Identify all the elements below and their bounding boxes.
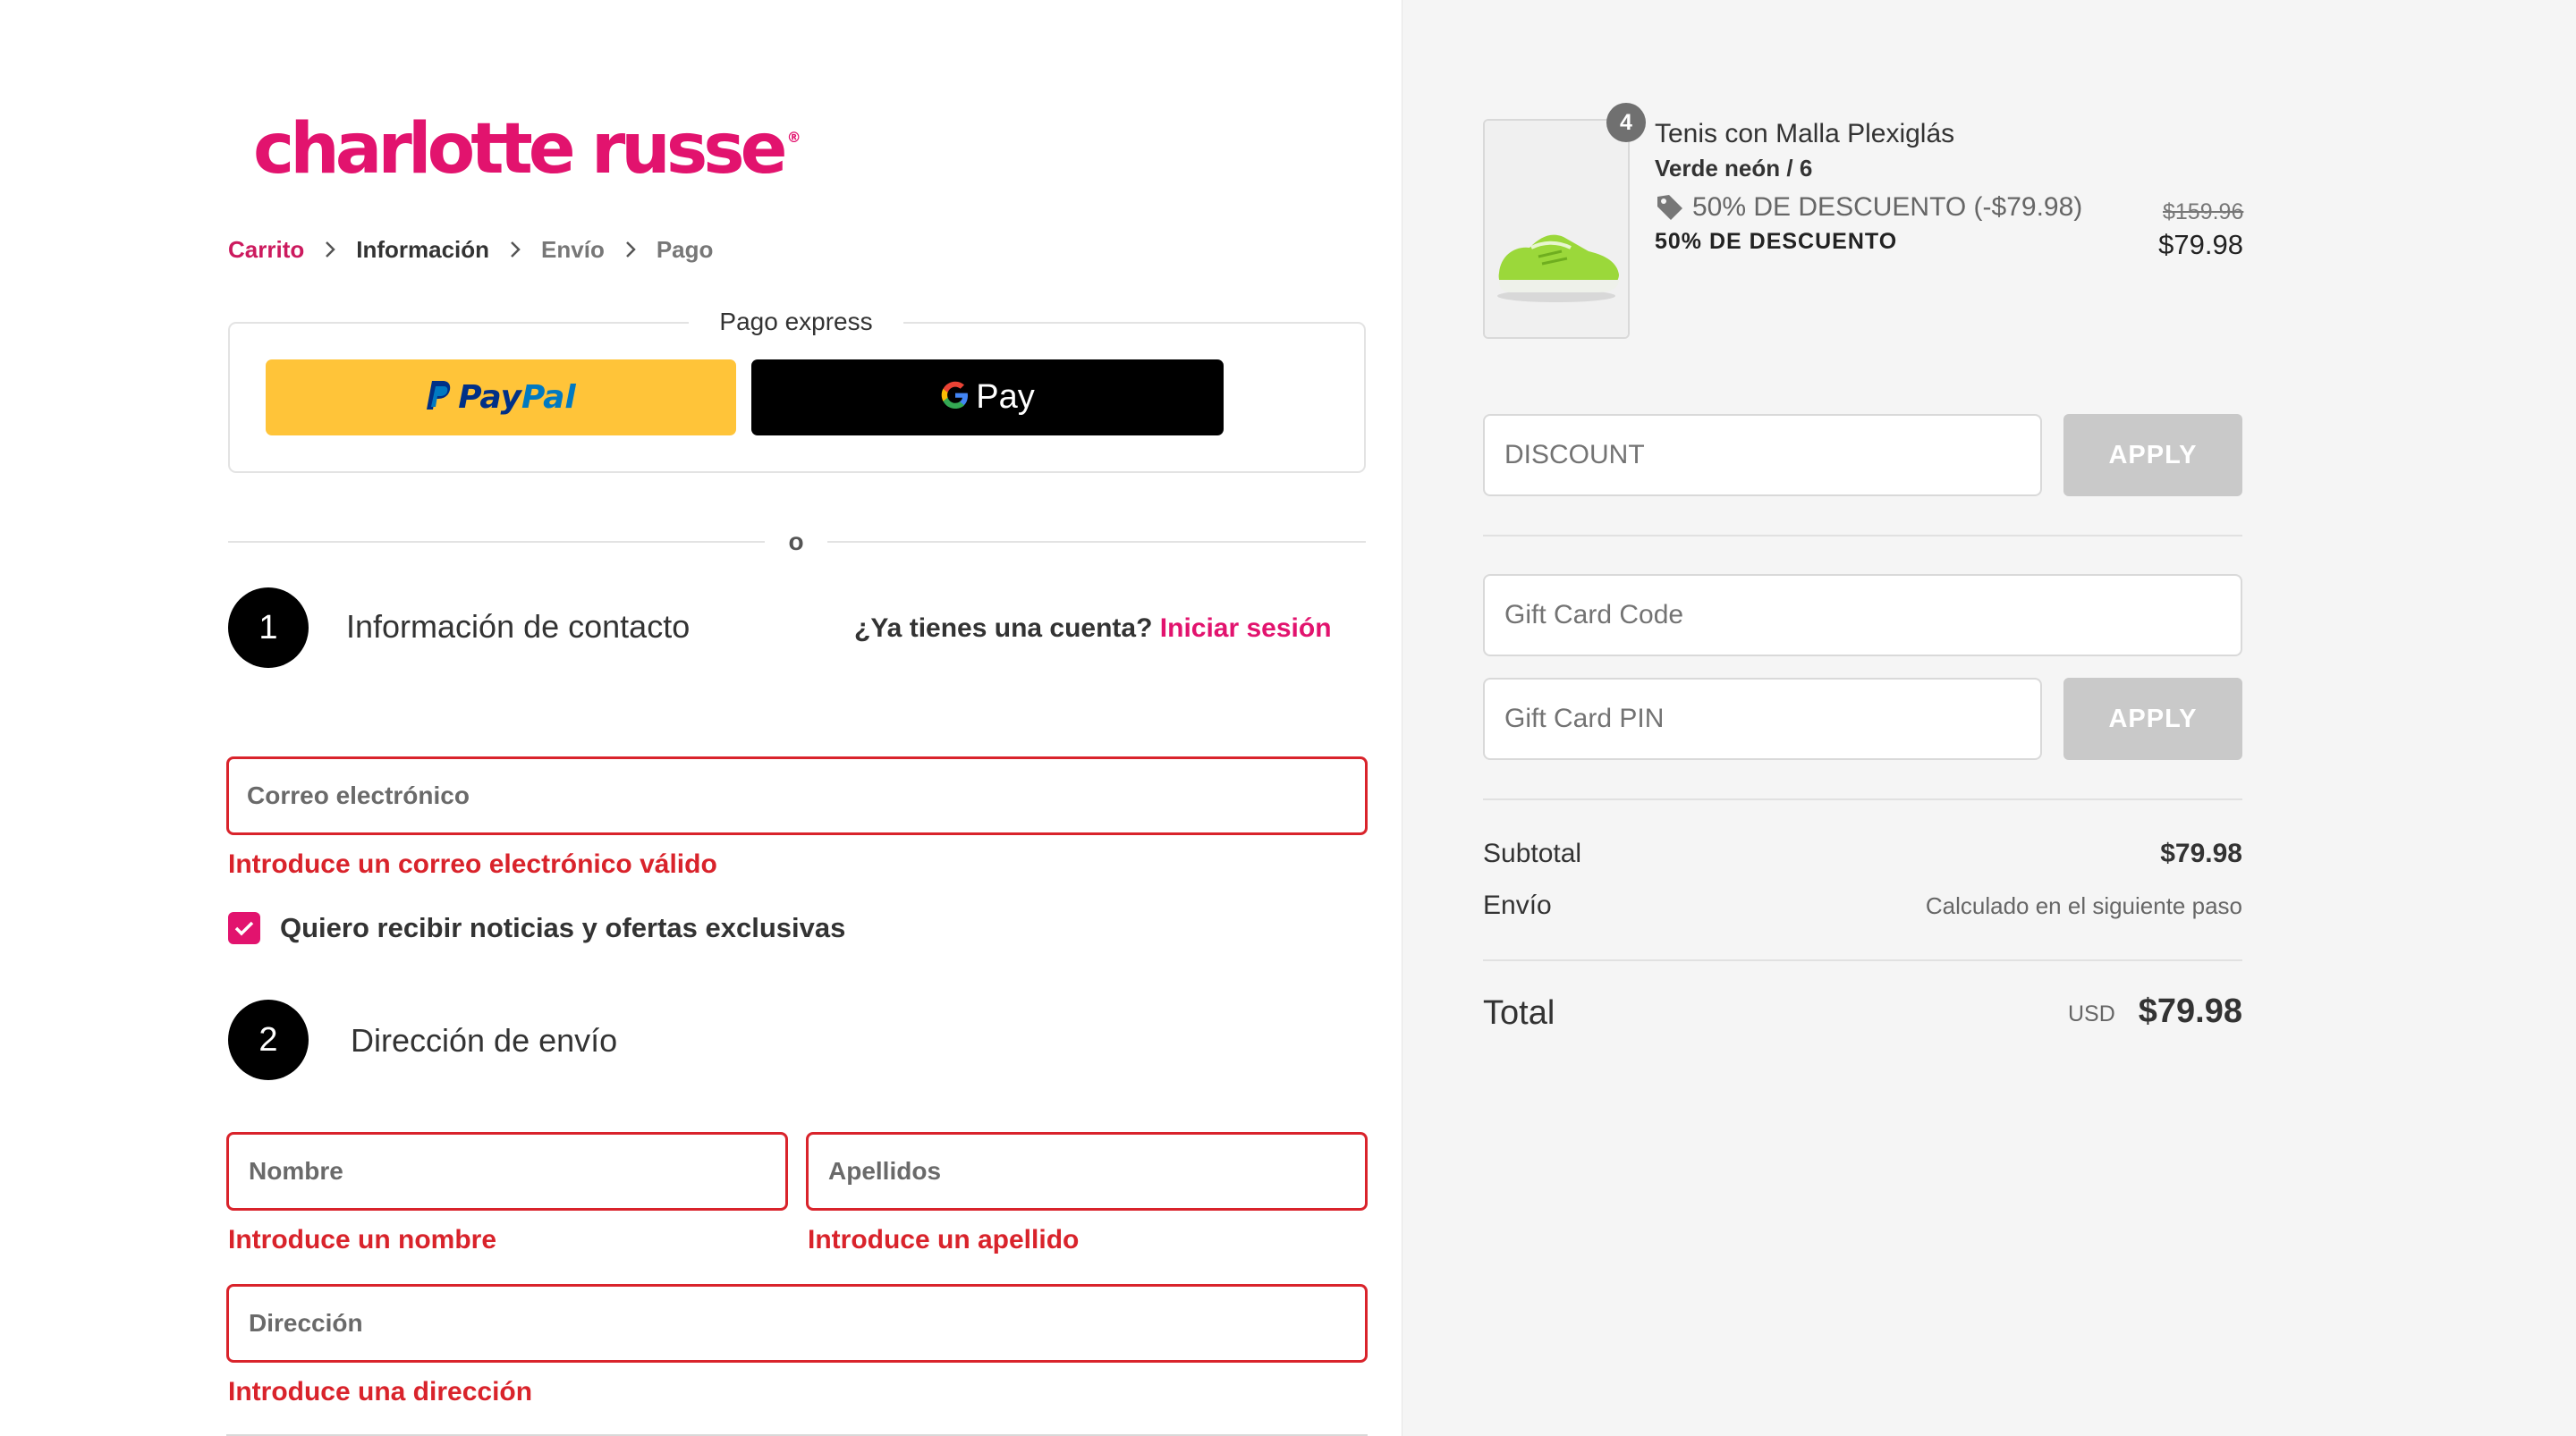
discount-label: 50% DE DESCUENTO xyxy=(1655,229,1898,254)
paypal-wordmark: PayPal xyxy=(458,379,576,416)
first-name-error: Introduce un nombre xyxy=(228,1225,496,1254)
paypal-icon xyxy=(426,379,453,416)
login-link[interactable]: Iniciar sesión xyxy=(1160,613,1332,643)
email-field[interactable] xyxy=(226,756,1368,835)
contact-section-title: Información de contacto xyxy=(346,608,691,645)
gift-card-pin-input[interactable] xyxy=(1485,680,2040,758)
apply-discount-button[interactable]: APPLY xyxy=(2063,414,2242,496)
divider xyxy=(1483,798,2242,800)
total-label: Total xyxy=(1483,994,1555,1032)
email-error: Introduce un correo electrónico válido xyxy=(228,849,717,879)
step-2-badge: 2 xyxy=(228,1000,309,1080)
paypal-button[interactable]: PayPal xyxy=(266,359,736,435)
newsletter-checkbox[interactable] xyxy=(228,912,260,944)
step-1-badge: 1 xyxy=(228,587,309,668)
registered-mark: ® xyxy=(786,129,801,146)
google-pay-button[interactable]: Pay xyxy=(751,359,1224,435)
discount-input[interactable] xyxy=(1485,416,2040,494)
divider xyxy=(1483,535,2242,536)
chevron-right-icon xyxy=(315,234,345,265)
subtotal-value: $79.98 xyxy=(2160,839,2242,868)
last-name-field[interactable] xyxy=(806,1132,1368,1211)
discount-text: 50% DE DESCUENTO (-$79.98) xyxy=(1692,192,2083,222)
subtotal-label: Subtotal xyxy=(1483,839,1582,868)
divider xyxy=(1483,959,2242,961)
divider-line-left xyxy=(228,541,765,543)
brand-logo-text: charlotte russe xyxy=(253,109,788,190)
breadcrumb: Carrito Información Envío Pago xyxy=(228,234,713,265)
sneaker-image xyxy=(1485,121,1628,337)
last-name-input[interactable] xyxy=(809,1135,1365,1208)
address-error: Introduce una dirección xyxy=(228,1377,533,1406)
brand-logo[interactable]: charlotte russe ® xyxy=(253,114,801,184)
express-checkout-title: Pago express xyxy=(689,304,903,340)
shipping-value: Calculado en el siguiente paso xyxy=(1925,892,2242,919)
first-name-input[interactable] xyxy=(229,1135,785,1208)
discount-field[interactable] xyxy=(1483,414,2042,496)
chevron-right-icon xyxy=(615,234,646,265)
or-divider-text: o xyxy=(788,528,804,555)
quantity-badge: 4 xyxy=(1606,103,1646,142)
apply-gift-card-button[interactable]: APPLY xyxy=(2063,678,2242,760)
breadcrumb-shipping: Envío xyxy=(541,235,605,263)
tag-icon xyxy=(1657,195,1682,220)
chevron-right-icon xyxy=(500,234,530,265)
breadcrumb-cart[interactable]: Carrito xyxy=(228,236,304,264)
gift-card-pin-field[interactable] xyxy=(1483,678,2042,760)
total-value: $79.98 xyxy=(2138,993,2242,1030)
product-thumbnail xyxy=(1483,119,1630,339)
address-field[interactable] xyxy=(226,1284,1368,1363)
address-input[interactable] xyxy=(229,1287,1365,1360)
divider-line-right xyxy=(827,541,1366,543)
last-name-error: Introduce un apellido xyxy=(808,1225,1080,1254)
google-pay-label: Pay xyxy=(976,378,1035,416)
product-variant: Verde neón / 6 xyxy=(1655,155,1813,182)
shipping-section-title: Dirección de envío xyxy=(351,1022,618,1059)
newsletter-label[interactable]: Quiero recibir noticias y ofertas exclus… xyxy=(280,912,845,944)
product-name: Tenis con Malla Plexiglás xyxy=(1655,119,1955,148)
gift-card-code-input[interactable] xyxy=(1485,576,2241,655)
login-question: ¿Ya tienes una cuenta? xyxy=(854,613,1153,643)
sale-price: $79.98 xyxy=(2158,229,2243,260)
checkmark-icon xyxy=(234,921,254,936)
login-prompt: ¿Ya tienes una cuenta? Iniciar sesión xyxy=(854,613,1332,644)
original-price: $159.96 xyxy=(2163,199,2244,224)
google-g-icon xyxy=(940,380,970,415)
product-discount: 50% DE DESCUENTO (-$79.98) xyxy=(1655,192,2082,223)
breadcrumb-information: Información xyxy=(356,235,490,263)
breadcrumb-payment: Pago xyxy=(656,235,714,263)
gift-card-code-field[interactable] xyxy=(1483,574,2242,656)
email-input[interactable] xyxy=(229,759,1365,832)
first-name-field[interactable] xyxy=(226,1132,788,1211)
shipping-label: Envío xyxy=(1483,891,1552,920)
